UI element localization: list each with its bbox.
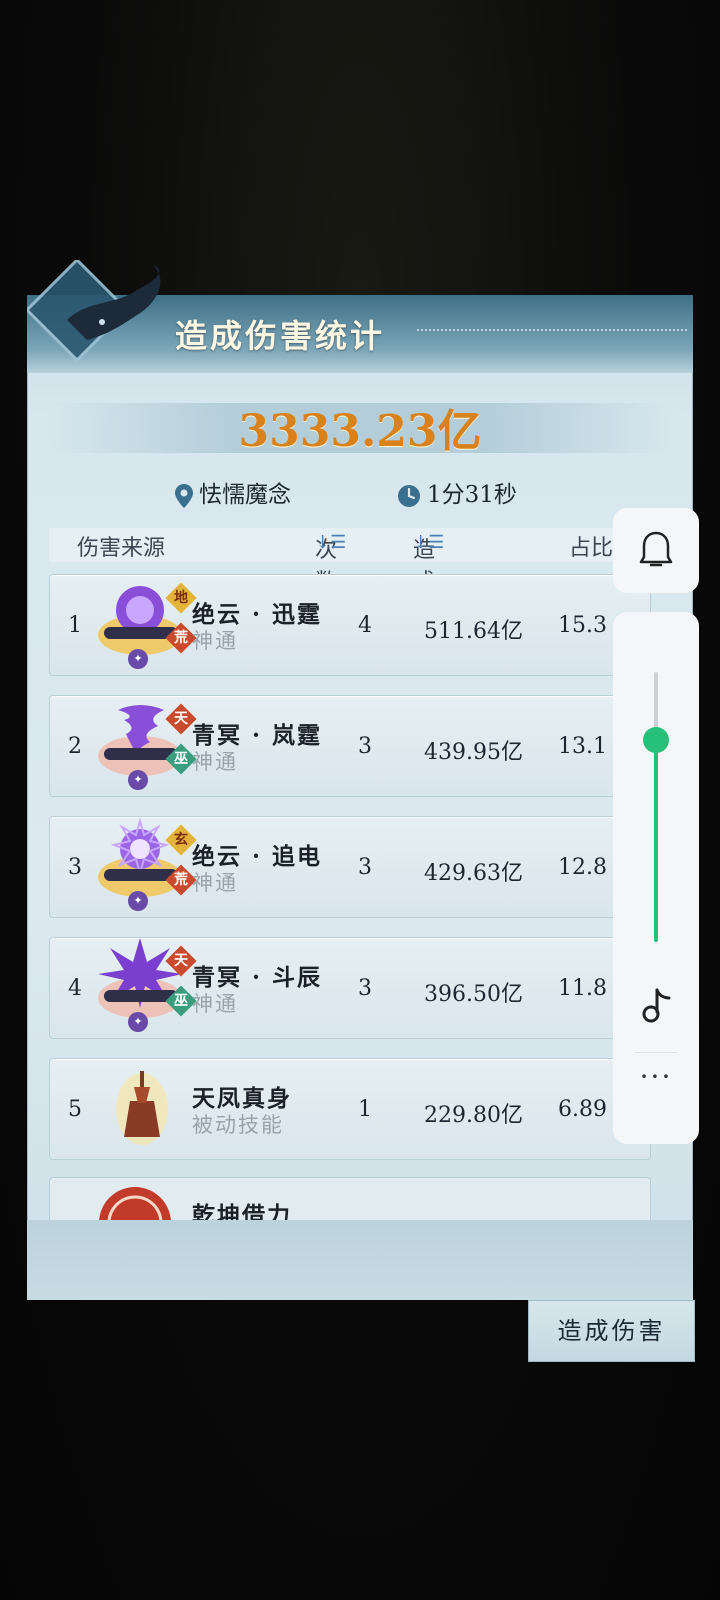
hit-count: 3: [358, 855, 372, 880]
hit-count: 4: [358, 613, 372, 638]
table-row[interactable]: 1 地 荒 ✦ 绝云 · 迅霆 神通 4 511.64亿 15.3: [49, 574, 651, 676]
damage-percent: 12.8: [558, 855, 607, 880]
target-name: 怯懦魔念: [199, 482, 291, 508]
skill-name: 天凤真身: [192, 1085, 292, 1112]
row-rank: 5: [68, 1097, 82, 1122]
element-dot-icon: ✦: [128, 770, 148, 790]
more-icon[interactable]: ···: [613, 1060, 699, 1093]
row-rank: 4: [68, 976, 82, 1001]
panel-title: 造成伤害统计: [175, 317, 386, 355]
table-row[interactable]: 5 天凤真身 被动技能 1 229.80亿 6.89: [49, 1058, 651, 1160]
table-row-partial[interactable]: 乾坤借力: [49, 1177, 651, 1223]
table-row[interactable]: 4 天 巫 ✦ 青冥 · 斗辰 神通 3 396.50亿 11.8: [49, 937, 651, 1039]
damage-dealt-tab[interactable]: 造成伤害: [528, 1300, 695, 1362]
location-pin-icon: [175, 484, 193, 508]
sort-icon: ↓☰: [413, 532, 445, 553]
notification-button[interactable]: [613, 508, 699, 593]
table-row[interactable]: 2 天 巫 ✦ 青冥 · 岚霆 神通 3 439.95亿 13.1: [49, 695, 651, 797]
bell-icon: [639, 531, 673, 567]
damage-percent: 15.3: [558, 613, 607, 638]
duration-text: 1分31秒: [427, 482, 517, 508]
header-decoration: [417, 329, 687, 333]
row-rank: 1: [68, 613, 82, 638]
element-dot-icon: ✦: [128, 649, 148, 669]
skill-kind: 被动技能: [192, 1113, 284, 1137]
table-header: 伤害来源 次数↓☰ 造成伤害↓☰ 占比: [49, 528, 649, 659]
skill-name: 青冥 · 斗辰: [192, 964, 323, 991]
red-seal-icon: [99, 1187, 171, 1222]
damage-value: 439.95亿: [424, 740, 523, 765]
damage-percent: 6.89: [558, 1097, 607, 1122]
skill-kind: 神通: [192, 871, 238, 895]
volume-slider-knob[interactable]: [643, 726, 669, 753]
phoenix-figure-icon: [116, 1071, 168, 1145]
skill-icon: 玄 荒 ✦: [90, 817, 200, 917]
hit-count: 3: [358, 734, 372, 759]
damage-percent: 13.1: [558, 734, 607, 759]
row-rank: 2: [68, 734, 82, 759]
skill-name: 绝云 · 追电: [192, 843, 323, 870]
hit-count: 3: [358, 976, 372, 1001]
skill-icon: [90, 1059, 200, 1159]
clock-icon: [398, 485, 420, 507]
total-damage: 3333.23亿: [238, 406, 482, 457]
music-note-icon[interactable]: [639, 986, 673, 1026]
damage-value: 229.80亿: [424, 1103, 523, 1128]
target-info: 怯懦魔念: [175, 475, 291, 509]
header-percent: 占比: [569, 536, 614, 561]
element-dot-icon: ✦: [128, 891, 148, 911]
skill-kind: 神通: [192, 992, 238, 1016]
skill-icon: 天 巫 ✦: [90, 696, 200, 796]
row-rank: 3: [68, 855, 82, 880]
duration-info: 1分31秒: [397, 475, 517, 509]
element-dot-icon: ✦: [128, 1012, 148, 1032]
damage-value: 429.63亿: [424, 861, 523, 886]
skill-name: 绝云 · 迅霆: [192, 601, 323, 628]
damage-percent: 11.8: [558, 976, 607, 1001]
skill-kind: 神通: [192, 750, 238, 774]
sort-icon: ↓☰: [315, 532, 347, 553]
skill-name: 青冥 · 岚霆: [192, 722, 323, 749]
divider: [635, 1052, 677, 1053]
skill-icon: 地 荒 ✦: [90, 575, 200, 675]
panel-footer-pattern: [27, 1220, 693, 1300]
skill-icon: 天 巫 ✦: [90, 938, 200, 1038]
damage-value: 511.64亿: [424, 619, 523, 644]
skill-kind: 神通: [192, 629, 238, 653]
damage-stats-panel: 造成伤害统计 3333.23亿 怯懦魔念 1分31秒 伤害来源 次数↓☰ 造成伤…: [27, 260, 693, 1300]
volume-panel: ···: [613, 612, 699, 1144]
skill-name: 乾坤借力: [192, 1202, 292, 1223]
beast-emblem-icon: [27, 260, 161, 363]
volume-slider-fill: [654, 739, 658, 942]
hit-count: 1: [358, 1097, 372, 1122]
table-row[interactable]: 3 玄 荒 ✦ 绝云 · 追电 神通 3 429.63亿 12.8: [49, 816, 651, 918]
damage-value: 396.50亿: [424, 982, 523, 1007]
header-source: 伤害来源: [77, 536, 166, 561]
